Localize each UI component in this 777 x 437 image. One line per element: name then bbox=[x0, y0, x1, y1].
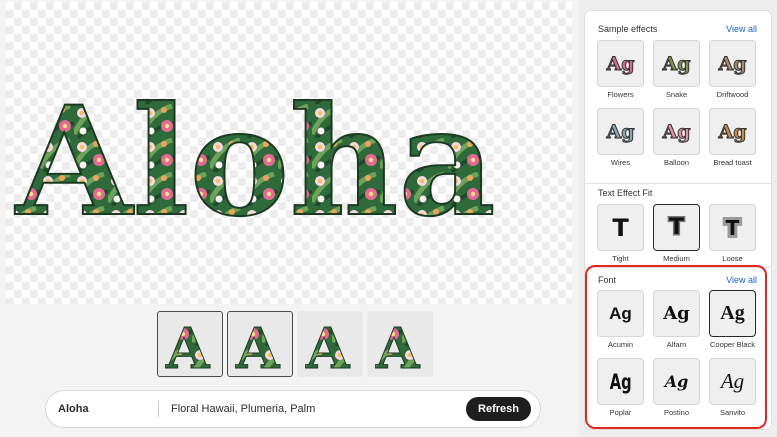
effect-tile-bread-toast[interactable]: Ag Bread toast bbox=[709, 108, 756, 168]
effect-thumbnail: Ag bbox=[653, 108, 700, 155]
effect-tile-flowers[interactable]: Ag Flowers bbox=[597, 40, 644, 100]
effect-thumbnail: Ag bbox=[597, 40, 644, 87]
divider bbox=[585, 183, 771, 184]
effect-sample-text: Ag bbox=[606, 52, 635, 75]
effect-tile-balloon[interactable]: Ag Balloon bbox=[653, 108, 700, 168]
fit-letter: T bbox=[723, 213, 743, 243]
text-effect-fit-grid: T Tight T Medium T Loose bbox=[597, 204, 756, 264]
fit-option-loose[interactable]: T Loose bbox=[709, 204, 756, 264]
variation-thumbnail-1[interactable]: A bbox=[157, 311, 223, 377]
aloha-floral-artwork: Aloha bbox=[13, 73, 497, 251]
refresh-button[interactable]: Refresh bbox=[466, 397, 531, 421]
effect-sample-text: Ag bbox=[662, 52, 691, 75]
variation-letter: A bbox=[235, 316, 281, 376]
fit-option-tight[interactable]: T Tight bbox=[597, 204, 644, 264]
effect-thumbnail: Ag bbox=[709, 40, 756, 87]
text-effect-fit-title: Text Effect Fit bbox=[598, 188, 653, 198]
variation-thumbnails: A A A A bbox=[157, 311, 433, 377]
fit-label: Medium bbox=[663, 254, 690, 263]
fit-label: Loose bbox=[722, 254, 743, 263]
effect-label: Wires bbox=[610, 158, 631, 167]
text-effect-preview[interactable]: Aloha bbox=[6, 2, 572, 304]
sample-effects-view-all-link[interactable]: View all bbox=[726, 24, 757, 34]
effect-sample-text: Ag bbox=[662, 120, 691, 143]
fit-thumbnail: T bbox=[597, 204, 644, 251]
effect-label: Driftwood bbox=[716, 90, 749, 99]
effect-tile-wires[interactable]: Ag Wires bbox=[597, 108, 644, 168]
variation-thumbnail-3[interactable]: A bbox=[297, 311, 363, 377]
prompt-bar: Aloha Floral Hawaii, Plumeria, Palm Refr… bbox=[45, 390, 541, 428]
effect-sample-text: Ag bbox=[718, 52, 747, 75]
effect-label: Bread toast bbox=[713, 158, 752, 167]
text-effect-fit-header: Text Effect Fit bbox=[598, 188, 757, 198]
effect-tile-driftwood[interactable]: Ag Driftwood bbox=[709, 40, 756, 100]
font-section-highlight bbox=[585, 265, 767, 429]
text-input[interactable]: Aloha bbox=[46, 401, 159, 417]
fit-label: Tight bbox=[612, 254, 629, 263]
variation-letter: A bbox=[165, 316, 211, 376]
effect-label: Balloon bbox=[663, 158, 690, 167]
variation-thumbnail-4[interactable]: A bbox=[367, 311, 433, 377]
effect-thumbnail: Ag bbox=[653, 40, 700, 87]
canvas-area: Aloha A A A A Aloha Floral Hawaii, Plume… bbox=[0, 0, 578, 437]
effect-thumbnail: Ag bbox=[709, 108, 756, 155]
effect-tile-snake[interactable]: Ag Snake bbox=[653, 40, 700, 100]
sample-effects-grid: Ag Flowers Ag Snake Ag Driftwood Ag Wire… bbox=[597, 40, 756, 168]
effect-sample-text: Ag bbox=[606, 120, 635, 143]
style-prompt-input[interactable]: Floral Hawaii, Plumeria, Palm bbox=[159, 403, 466, 415]
sample-effects-header: Sample effects View all bbox=[598, 24, 757, 34]
aloha-artwork-text: Aloha bbox=[14, 74, 496, 250]
sample-effects-title: Sample effects bbox=[598, 24, 658, 34]
fit-letter: T bbox=[667, 214, 685, 242]
variation-thumbnail-2[interactable]: A bbox=[227, 311, 293, 377]
variation-letter: A bbox=[305, 316, 351, 376]
effect-thumbnail: Ag bbox=[597, 108, 644, 155]
fit-thumbnail: T bbox=[709, 204, 756, 251]
effect-sample-text: Ag bbox=[718, 120, 747, 143]
variation-letter: A bbox=[375, 316, 421, 376]
effect-label: Snake bbox=[665, 90, 688, 99]
effect-label: Flowers bbox=[607, 90, 634, 99]
fit-letter: T bbox=[612, 213, 629, 242]
fit-thumbnail: T bbox=[653, 204, 700, 251]
fit-option-medium[interactable]: T Medium bbox=[653, 204, 700, 264]
